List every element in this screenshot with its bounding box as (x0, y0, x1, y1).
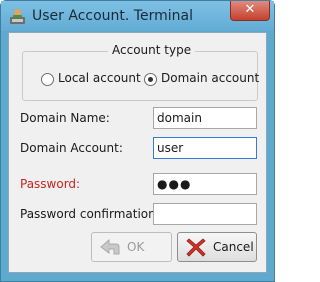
password-input[interactable] (153, 173, 257, 195)
password-confirmation-label: Password confirmation: (20, 207, 160, 221)
domain-name-label: Domain Name: (20, 111, 110, 125)
domain-account-label[interactable]: Domain account (161, 71, 259, 85)
local-account-radio[interactable] (41, 73, 54, 86)
password-confirmation-input[interactable] (153, 203, 257, 225)
close-icon: ✕ (244, 2, 256, 17)
account-type-legend: Account type (108, 43, 196, 57)
domain-account-radio[interactable] (144, 73, 157, 86)
dialog-body: Account type Local account Domain accoun… (8, 32, 267, 273)
domain-name-input[interactable] (153, 107, 257, 129)
password-label: Password: (20, 177, 81, 191)
red-x-icon (186, 238, 206, 257)
cancel-button-label: Cancel (213, 240, 254, 254)
ok-button[interactable]: OK (91, 232, 172, 262)
dialog-window: User Account. Terminal... ✕ Account type… (0, 0, 275, 282)
ok-button-label: OK (127, 240, 145, 254)
domain-account-field-label: Domain Account: (20, 141, 123, 155)
title-bar[interactable]: User Account. Terminal... ✕ (1, 1, 274, 31)
close-button[interactable]: ✕ (230, 1, 270, 21)
account-type-group: Account type Local account Domain accoun… (22, 43, 259, 101)
window-title: User Account. Terminal... (32, 8, 194, 24)
back-arrow-icon (100, 238, 120, 255)
local-account-label[interactable]: Local account (58, 71, 141, 85)
cancel-button[interactable]: Cancel (177, 232, 257, 262)
user-terminal-icon (10, 9, 25, 24)
domain-account-input[interactable] (153, 137, 257, 159)
